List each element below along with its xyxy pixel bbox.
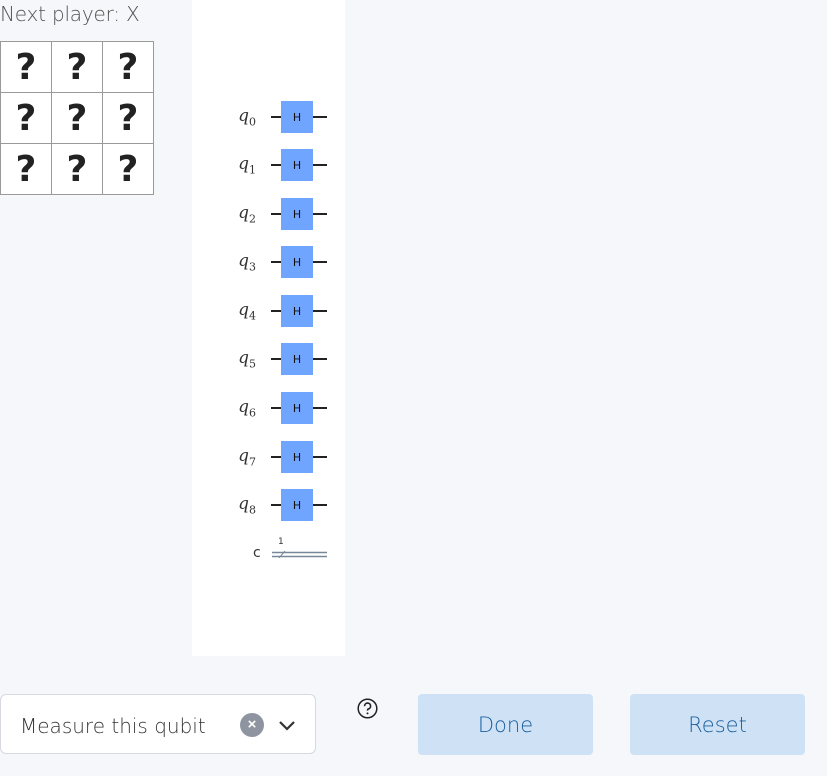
qubit-wire [271,213,281,215]
hadamard-gate: H [281,489,313,521]
reset-button[interactable]: Reset [630,694,805,755]
qubit-label: q8 [238,494,256,517]
board-cell[interactable]: ? [0,41,52,93]
board-cell[interactable]: ? [0,143,52,195]
qubit-wire [313,407,327,409]
qubit-wire [313,456,327,458]
hadamard-gate: H [281,246,313,278]
hadamard-gate: H [281,295,313,327]
qubit-wire [271,261,281,263]
qubit-wire [271,310,281,312]
done-button[interactable]: Done [418,694,593,755]
qubit-wire [313,310,327,312]
qubit-wire [271,407,281,409]
measure-qubit-select[interactable]: Measure this qubit × [0,694,316,754]
classical-register-wire [272,551,327,558]
chevron-down-icon[interactable] [277,715,297,735]
qubit-label: q1 [238,154,256,177]
qubit-label: q2 [238,203,256,226]
hadamard-gate: H [281,441,313,473]
board-cell[interactable]: ? [51,41,103,93]
hadamard-gate: H [281,101,313,133]
qubit-row: q6 H [192,391,345,425]
qubit-label: q0 [238,106,256,129]
hadamard-gate: H [281,392,313,424]
qubit-wire [313,213,327,215]
classical-register-count: 1 [278,537,284,547]
board-row: ? ? ? [0,92,154,144]
qubit-label: q3 [238,251,256,274]
clear-icon[interactable]: × [240,713,264,737]
qubit-label: q7 [238,446,256,469]
qubit-label: q6 [238,397,256,420]
qubit-row: q8 H [192,488,345,522]
qubit-label: q5 [238,348,256,371]
hadamard-gate: H [281,343,313,375]
board-cell[interactable]: ? [102,143,154,195]
next-player-status: Next player: X [0,2,140,26]
qubit-row: q2 H [192,197,345,231]
qubit-wire [313,116,327,118]
qubit-wire [313,261,327,263]
board-row: ? ? ? [0,41,154,93]
qubit-wire [271,456,281,458]
qubit-row: q1 H [192,148,345,182]
select-value: Measure this qubit [20,714,206,738]
qubit-wire [313,358,327,360]
classical-register-label: c [253,545,261,561]
tic-tac-toe-board: ? ? ? ? ? ? ? ? ? [0,41,154,195]
qubit-wire [271,358,281,360]
hadamard-gate: H [281,149,313,181]
qubit-row: q3 H [192,245,345,279]
qubit-wire [271,116,281,118]
board-cell[interactable]: ? [102,41,154,93]
qubit-wire [313,164,327,166]
qubit-wire [271,504,281,506]
board-cell[interactable]: ? [51,143,103,195]
board-cell[interactable]: ? [102,92,154,144]
qubit-wire [271,164,281,166]
qubit-wire [313,504,327,506]
help-icon[interactable] [357,698,378,719]
qubit-row: q5 H [192,342,345,376]
board-cell[interactable]: ? [0,92,52,144]
qubit-row: q4 H [192,294,345,328]
board-cell[interactable]: ? [51,92,103,144]
hadamard-gate: H [281,198,313,230]
board-row: ? ? ? [0,143,154,195]
qubit-row: q0 H [192,100,345,134]
qubit-row: q7 H [192,440,345,474]
qubit-label: q4 [238,300,256,323]
quantum-circuit-panel: q0 H q1 H q2 H q3 H q4 H q5 H q6 H q7 H … [192,0,345,656]
